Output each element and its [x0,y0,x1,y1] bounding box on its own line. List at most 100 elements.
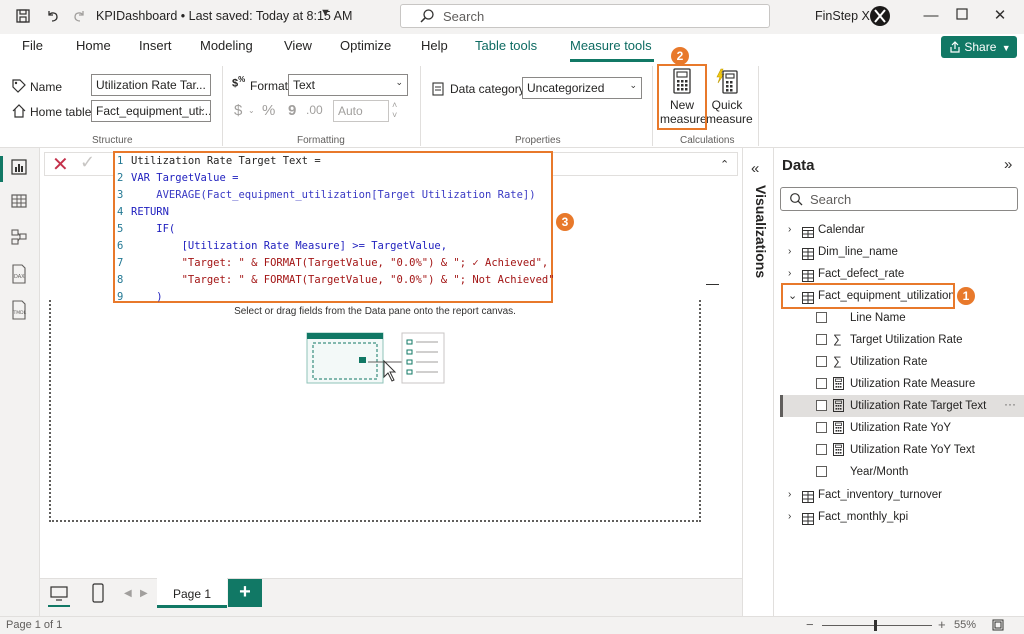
field-checkbox[interactable] [816,444,827,455]
group-divider [652,66,653,146]
currency-dropdown-icon[interactable]: ⌄ [248,106,255,115]
collapse-data-pane-icon[interactable]: » [1004,156,1012,173]
tab-view[interactable]: View [284,38,312,53]
chevron-right-icon[interactable]: › [788,484,791,506]
field-node[interactable]: ∑ Utilization Rate [780,351,1024,373]
chevron-right-icon[interactable]: › [788,241,791,263]
home-table-value: Fact_equipment_uti... [96,104,211,118]
field-checkbox[interactable] [816,466,827,477]
calculator-icon [833,443,846,456]
quick-measure-button[interactable]: Quick measure [706,68,753,126]
visualizations-label[interactable]: Visualizations [749,185,769,279]
field-checkbox[interactable] [816,356,827,367]
stepper-icon[interactable]: ˄ ˅ [392,100,397,120]
data-search-input[interactable]: Search [780,187,1018,211]
field-node[interactable]: Line Name [780,307,1024,329]
page-count: Page 1 of 1 [6,619,63,631]
avatar[interactable] [870,6,890,26]
tab-insert[interactable]: Insert [139,38,172,53]
sigma-icon: ∑ [833,354,842,368]
collapse-formula-icon[interactable]: ⌃ [720,158,729,171]
comma-icon[interactable]: 9 [288,102,296,119]
scroll-left-icon[interactable]: ◀ [124,588,132,599]
field-checkbox[interactable] [816,400,827,411]
table-node-calendar[interactable]: › Calendar [780,219,1024,241]
formula-line: "Target: " & FORMAT(TargetValue, "0.0%")… [131,274,555,286]
field-node[interactable]: Utilization Rate YoY [780,417,1024,439]
formula-line: RETURN [131,206,169,218]
table-node-fact-defect-rate[interactable]: › Fact_defect_rate [780,263,1024,285]
page-tab-1[interactable]: Page 1 [157,578,227,608]
field-node-selected[interactable]: Utilization Rate Target Text ··· [780,395,1024,417]
tab-measure-tools[interactable]: Measure tools [570,38,652,53]
measure-name-field[interactable]: Utilization Rate Tar... [91,74,211,96]
tab-help[interactable]: Help [421,38,448,53]
table-view-icon[interactable] [10,192,30,212]
line-number: 8 [117,274,124,286]
cancel-formula-icon[interactable]: ✕ [52,152,69,177]
report-view-icon[interactable] [10,158,30,178]
table-highlight [781,283,955,309]
format-select[interactable]: Text ⌄ [288,74,408,96]
zoom-slider[interactable] [822,625,932,626]
table-node-fact-monthly-kpi[interactable]: › Fact_monthly_kpi [780,506,1024,528]
commit-formula-icon[interactable]: ✓ [80,152,95,173]
tmdl-view-icon[interactable]: TMDL [10,300,30,320]
maximize-icon[interactable] [951,6,973,26]
tab-file[interactable]: File [22,38,43,53]
close-icon[interactable]: ✕ [989,6,1011,26]
table-node-fact-inventory-turnover[interactable]: › Fact_inventory_turnover [780,484,1024,506]
add-page-button[interactable]: + [228,579,262,607]
chevron-right-icon[interactable]: › [788,506,791,528]
field-node[interactable]: Utilization Rate Measure [780,373,1024,395]
share-button[interactable]: Share ▼ [941,36,1017,58]
field-checkbox[interactable] [816,378,827,389]
decimal-icon[interactable]: .00 [306,103,323,117]
tag-icon [12,79,26,96]
canvas-hint: Select or drag fields from the Data pane… [234,306,516,317]
step-badge-3: 3 [556,213,574,231]
zoom-slider-thumb[interactable] [874,620,877,631]
minimize-icon[interactable]: — [920,6,942,26]
mobile-layout-icon[interactable] [92,583,104,606]
table-node-dim-line-name[interactable]: › Dim_line_name [780,241,1024,263]
title-dropdown-icon[interactable]: ▼ [320,7,331,19]
percent-icon[interactable]: % [262,102,275,119]
field-checkbox[interactable] [816,422,827,433]
desktop-layout-icon[interactable] [50,584,68,605]
redo-icon[interactable] [70,8,88,26]
tab-modeling[interactable]: Modeling [200,38,253,53]
fit-to-page-icon[interactable] [992,619,1004,634]
field-node[interactable]: ∑ Target Utilization Rate [780,329,1024,351]
undo-icon[interactable] [44,8,62,26]
more-options-icon[interactable]: ··· [1004,393,1016,415]
chevron-right-icon[interactable]: › [788,219,791,241]
currency-icon[interactable]: $ [234,102,242,119]
tab-optimize[interactable]: Optimize [340,38,391,53]
tab-home[interactable]: Home [76,38,111,53]
quick-measure-icon [706,68,748,98]
zoom-level[interactable]: 55% [954,619,976,631]
model-view-icon[interactable] [10,228,30,248]
zoom-in-button[interactable]: + [938,617,946,632]
field-checkbox[interactable] [816,312,827,323]
field-checkbox[interactable] [816,334,827,345]
decimal-places-field[interactable]: Auto [333,100,389,122]
save-icon[interactable] [14,8,32,26]
editor-divider [706,284,719,285]
tab-table-tools[interactable]: Table tools [475,38,537,53]
data-category-select[interactable]: Uncategorized ⌄ [522,77,642,99]
user-name[interactable]: FinStep X [815,9,870,23]
expand-visualizations-icon[interactable]: « [751,160,759,177]
field-node[interactable]: Utilization Rate YoY Text [780,439,1024,461]
data-category-label: Data category [450,82,525,96]
dax-formula-editor[interactable]: 1 Utilization Rate Target Text = 2 VAR Tar… [113,151,555,303]
chevron-right-icon[interactable]: › [788,263,791,285]
line-number: 6 [117,240,124,252]
dax-query-view-icon[interactable]: DAX [10,264,30,284]
home-table-select[interactable]: Fact_equipment_uti... ⌄ [91,100,211,122]
global-search-box[interactable]: Search [400,4,770,28]
field-node[interactable]: Year/Month [780,461,1024,483]
zoom-out-button[interactable]: − [806,617,814,632]
scroll-right-icon[interactable]: ▶ [140,588,148,599]
